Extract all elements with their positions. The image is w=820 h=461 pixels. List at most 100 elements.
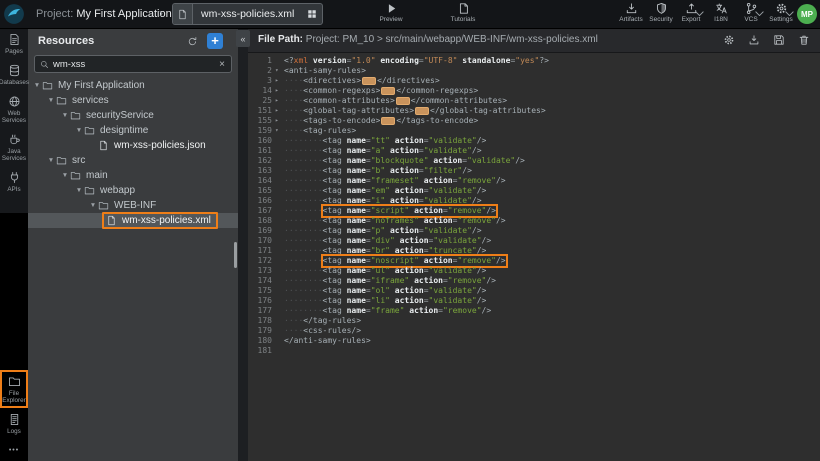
refresh-button[interactable] — [184, 33, 200, 49]
tree-item-wm-xss-policies.xml[interactable]: wm-xss-policies.xml — [28, 213, 238, 228]
download-icon[interactable] — [748, 34, 760, 46]
tree-expand-arrow-icon[interactable]: ▼ — [60, 172, 70, 179]
avatar[interactable]: MP — [797, 4, 817, 24]
rail-item-web-services[interactable]: Web Services — [0, 90, 28, 128]
tree-expand-arrow-icon[interactable]: ▼ — [74, 127, 84, 134]
fold-toggle-icon[interactable]: ▸ — [275, 86, 284, 96]
line-number: 164 — [248, 176, 275, 186]
code-token: "tt" — [371, 136, 390, 145]
save-icon[interactable] — [773, 34, 785, 46]
fold-toggle-icon[interactable]: ▸ — [275, 96, 284, 106]
fold-toggle-icon[interactable]: ▾ — [275, 126, 284, 136]
tree-item-label: webapp — [100, 185, 135, 196]
tree-item-designtime[interactable]: ▼designtime — [28, 123, 238, 138]
code-token: /> — [472, 146, 482, 155]
preview-button[interactable]: Preview — [368, 2, 414, 27]
clear-search-icon[interactable]: × — [213, 59, 231, 70]
rail-item-java-services[interactable]: Java Services — [0, 128, 28, 166]
folded-code-chip[interactable] — [381, 117, 395, 125]
code-token: action — [419, 176, 453, 185]
fold-toggle-icon[interactable]: ▸ — [275, 106, 284, 116]
line-number: 177 — [248, 306, 275, 316]
indent-whitespace: ···· — [284, 106, 303, 115]
code-line-164: 164········<tag name="frameset" action="… — [248, 176, 820, 186]
code-token: </common-attributes> — [411, 96, 507, 105]
code-token: /> — [472, 196, 482, 205]
panel-scrollbar[interactable] — [234, 242, 237, 268]
rail-item-file-explorer[interactable]: File Explorer — [0, 370, 28, 408]
code-token: <tag — [323, 286, 342, 295]
i18n-button[interactable]: I18N — [706, 2, 736, 27]
tutorials-button[interactable]: Tutorials — [440, 2, 486, 27]
code-token: /> — [486, 276, 496, 285]
code-token: action — [419, 256, 453, 265]
tree-expand-arrow-icon[interactable]: ▼ — [74, 187, 84, 194]
rail-item-pages[interactable]: Pages — [0, 28, 28, 59]
code-token: "validate" — [429, 186, 477, 195]
vcs-button[interactable]: VCS — [736, 2, 766, 27]
preview-label: Preview — [379, 16, 402, 23]
code-token: "p" — [371, 226, 385, 235]
pages-icon — [8, 33, 21, 46]
security-button[interactable]: Security — [646, 2, 676, 27]
code-token: <tag — [323, 296, 342, 305]
security-icon — [655, 2, 668, 15]
code-token: name — [342, 286, 366, 295]
export-button[interactable]: Export — [676, 2, 706, 27]
code-token: action — [385, 166, 419, 175]
fold-toggle-icon[interactable]: ▾ — [275, 66, 284, 76]
code-token: name — [342, 216, 366, 225]
tree-expand-arrow-icon[interactable]: ▼ — [46, 157, 56, 164]
rail-item-databases[interactable]: Databases — [0, 59, 28, 90]
fold-toggle-icon[interactable]: ▸ — [275, 116, 284, 126]
folded-code-chip[interactable] — [381, 87, 395, 95]
code-token: <anti-samy-rules> — [284, 66, 366, 75]
settings-icon[interactable] — [723, 34, 735, 46]
delete-icon[interactable] — [798, 34, 810, 46]
search-input[interactable] — [53, 59, 213, 70]
code-line-content: <tag name="tt" action="validate"/> — [323, 136, 487, 146]
tree-item-wm-xss-policies.json[interactable]: wm-xss-policies.json — [28, 138, 238, 153]
tree-expand-arrow-icon[interactable]: ▼ — [88, 202, 98, 209]
code-token: <tag — [323, 246, 342, 255]
tree-expand-arrow-icon[interactable]: ▼ — [32, 82, 42, 89]
code-token: "b" — [371, 166, 385, 175]
collapse-panel-button[interactable]: « — [236, 30, 250, 47]
folded-code-chip[interactable] — [415, 107, 429, 115]
code-area[interactable]: 1<?xml version="1.0" encoding="UTF-8" st… — [248, 53, 820, 461]
tree-item-main[interactable]: ▼main — [28, 168, 238, 183]
panel-splitter[interactable] — [238, 28, 248, 461]
wavemaker-logo-icon — [3, 3, 25, 25]
folded-code-chip[interactable] — [362, 77, 376, 85]
rail-item-logs[interactable]: Logs — [0, 408, 28, 439]
grid-icon[interactable] — [302, 4, 322, 24]
tree-item-WEB-INF[interactable]: ▼WEB-INF — [28, 198, 238, 213]
tree-expand-arrow-icon[interactable]: ▼ — [60, 112, 70, 119]
artifacts-icon — [625, 2, 638, 15]
tree-item-services[interactable]: ▼services — [28, 93, 238, 108]
tree-item-webapp[interactable]: ▼ webapp — [28, 183, 238, 198]
editor-toolbar — [723, 28, 810, 52]
tab-wm-xss-policies[interactable]: wm-xss-policies.xml — [172, 3, 323, 25]
fold-toggle-icon[interactable]: ▸ — [275, 76, 284, 86]
folded-code-chip[interactable] — [396, 97, 410, 105]
code-token: <css-rules/> — [303, 326, 361, 335]
tree-item-securityService[interactable]: ▼securityService — [28, 108, 238, 123]
file-explorer-icon — [8, 375, 21, 388]
artifacts-button[interactable]: Artifacts — [616, 2, 646, 27]
code-line-172: 172········<tag name="noscript" action="… — [248, 256, 820, 266]
rail-item-apis[interactable]: APIs — [0, 166, 28, 197]
more-options-button[interactable]: ••• — [9, 447, 19, 454]
settings-button[interactable]: Settings — [766, 2, 796, 27]
tree-expand-arrow-icon[interactable]: ▼ — [46, 97, 56, 104]
code-line-content: <tag name="div" action="validate"/> — [323, 236, 492, 246]
tree-item-src[interactable]: ▼src — [28, 153, 238, 168]
code-line-content: <tag name="noframes" action="remove"/> — [323, 216, 506, 226]
tree-item-My First Application[interactable]: ▼My First Application — [28, 78, 238, 93]
code-token: <tag — [323, 156, 342, 165]
code-token: "validate" — [429, 136, 477, 145]
indent-whitespace: ···· — [284, 86, 303, 95]
code-token: "remove" — [457, 176, 496, 185]
code-token: encoding — [376, 56, 419, 65]
add-resource-button[interactable]: + — [207, 33, 223, 49]
